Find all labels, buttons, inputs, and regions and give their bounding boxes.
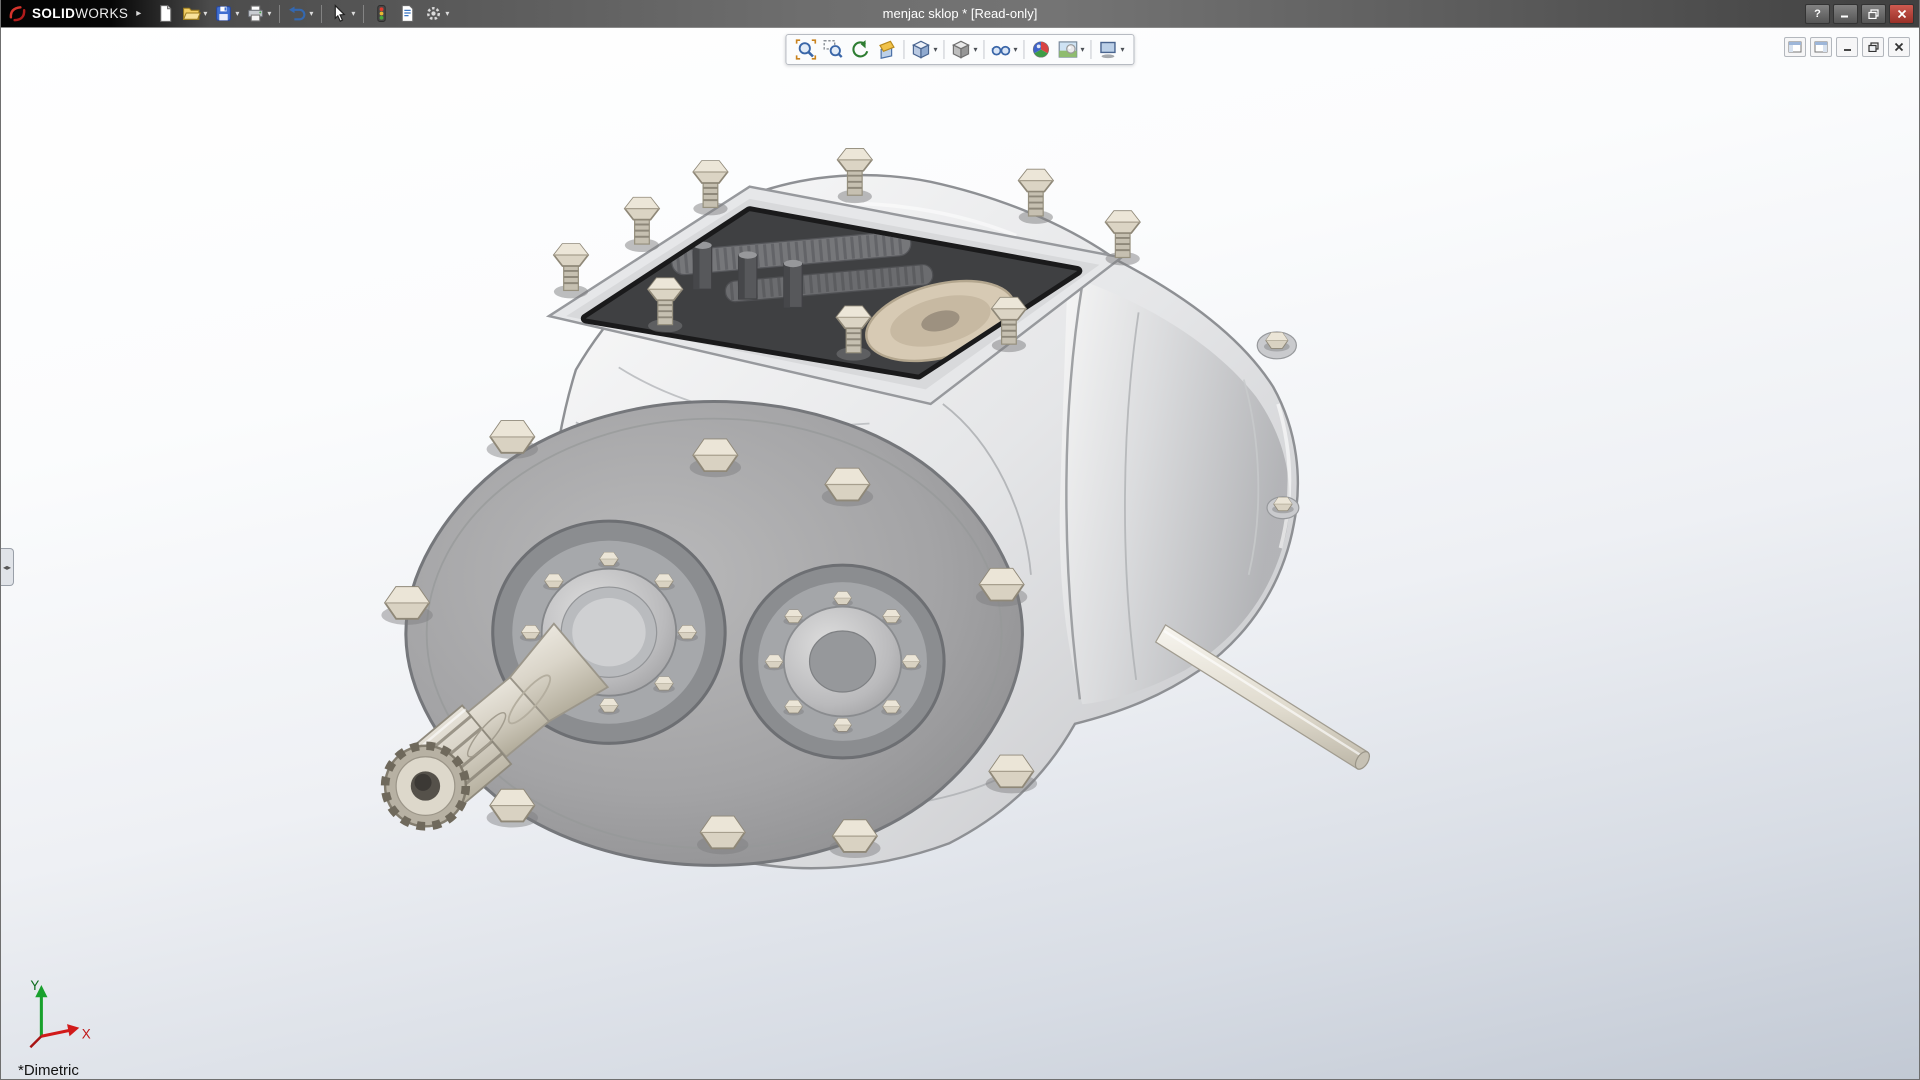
document-window-controls [1784, 37, 1910, 57]
edit-appearance-button[interactable] [1028, 37, 1055, 62]
feature-pane-icon [1788, 41, 1802, 53]
x-axis-label: X [82, 1027, 91, 1042]
undo-button[interactable]: ▾ [285, 2, 316, 25]
zoom-to-fit-button[interactable] [792, 37, 819, 62]
doc-minimize-icon [1843, 48, 1851, 51]
edit-appearance-ball-icon [1032, 41, 1050, 58]
main-toolbar: ▾ ▾ ▾ ▾ ▾ ▾ [153, 2, 452, 25]
file-properties-icon [402, 5, 414, 22]
undo-arrow-icon [289, 6, 306, 21]
section-view-button[interactable] [873, 37, 900, 62]
output-bearing-cover [739, 563, 946, 760]
toolbar-separator [1090, 40, 1092, 59]
dropdown-arrow-icon[interactable]: ▾ [445, 9, 449, 18]
options-gear-icon [427, 6, 441, 21]
new-document-button[interactable] [153, 2, 178, 25]
solidworks-logo-icon [9, 6, 26, 22]
x-axis-arrow [67, 1024, 80, 1037]
view-orientation-label: *Dimetric [18, 1062, 79, 1079]
doc-restore-button[interactable] [1862, 37, 1884, 57]
display-pane-icon [1814, 41, 1828, 53]
y-axis-label: Y [30, 978, 39, 993]
toolbar-separator [1023, 40, 1025, 59]
minimize-button[interactable] [1833, 3, 1858, 24]
window-controls: ? [1805, 3, 1919, 24]
zoom-to-area-icon [823, 40, 843, 58]
title-bar: SOLIDWORKS ▸ ▾ ▾ ▾ ▾ ▾ ▾ menjac sklop * … [1, 0, 1919, 28]
toolbar-separator [943, 40, 945, 59]
doc-minimize-button[interactable] [1836, 37, 1858, 57]
print-button[interactable]: ▾ [243, 2, 274, 25]
previous-view-button[interactable] [846, 37, 873, 62]
orientation-triad: Y X [29, 978, 91, 1049]
solidworks-window: SOLIDWORKS ▸ ▾ ▾ ▾ ▾ ▾ ▾ menjac sklop * … [0, 0, 1920, 1080]
toolbar-separator [903, 40, 905, 59]
solidworks-logo: SOLIDWORKS [1, 4, 134, 23]
doc-close-icon [1894, 42, 1904, 52]
toolbar-separator [983, 40, 985, 59]
dropdown-arrow-icon[interactable]: ▾ [1121, 45, 1125, 54]
menu-expand-icon[interactable]: ▸ [136, 8, 141, 19]
close-button[interactable] [1889, 3, 1914, 24]
dropdown-arrow-icon[interactable]: ▾ [203, 9, 207, 18]
save-button[interactable]: ▾ [211, 2, 242, 25]
section-view-icon [879, 40, 895, 59]
options-button[interactable]: ▾ [421, 2, 452, 25]
print-icon [248, 5, 264, 22]
brand-text: SOLIDWORKS [32, 6, 129, 21]
heads-up-view-toolbar: ▾ ▾ ▾ ▾ ▾ [785, 34, 1135, 65]
rebuild-traffic-light-icon [377, 5, 387, 22]
toolbar-separator [363, 4, 365, 23]
display-pane-toggle-button[interactable] [1810, 37, 1832, 57]
save-floppy-icon [216, 6, 232, 21]
zoom-to-area-button[interactable] [819, 37, 846, 62]
dropdown-arrow-icon[interactable]: ▾ [309, 9, 313, 18]
dropdown-arrow-icon[interactable]: ▾ [235, 9, 239, 18]
dropdown-arrow-icon[interactable]: ▾ [351, 9, 355, 18]
open-folder-icon [183, 7, 202, 20]
output-shaft [1154, 624, 1371, 770]
select-button[interactable]: ▾ [327, 2, 358, 25]
feature-manager-collapse-tab[interactable]: ◂▸ [1, 548, 14, 586]
feature-pane-toggle-button[interactable] [1784, 37, 1806, 57]
window-title: menjac sklop * [Read-only] [882, 6, 1038, 21]
graphics-viewport[interactable]: Y X ▾ ▾ ▾ ▾ ▾ ◂▸ *Dimetric [1, 28, 1919, 1079]
view-orientation-cube-icon [912, 40, 930, 59]
view-orientation-button[interactable]: ▾ [907, 37, 940, 62]
display-style-icon [952, 40, 970, 59]
close-icon [1897, 9, 1906, 18]
toolbar-separator [279, 4, 281, 23]
dropdown-arrow-icon[interactable]: ▾ [267, 9, 271, 18]
dropdown-arrow-icon[interactable]: ▾ [1013, 45, 1017, 54]
open-button[interactable]: ▾ [179, 2, 210, 25]
minimize-icon [1841, 15, 1848, 18]
collapse-arrow-icon: ◂▸ [2, 562, 12, 572]
file-properties-button[interactable] [395, 2, 420, 25]
maximize-icon [1868, 8, 1879, 19]
previous-view-icon [852, 40, 869, 58]
gearbox-3d-model[interactable]: Y X [1, 28, 1919, 1079]
maximize-button[interactable] [1861, 3, 1886, 24]
doc-restore-icon [1867, 42, 1879, 52]
help-button[interactable]: ? [1805, 3, 1830, 24]
dropdown-arrow-icon[interactable]: ▾ [1081, 45, 1085, 54]
rebuild-button[interactable] [369, 2, 394, 25]
toolbar-separator [321, 4, 323, 23]
dropdown-arrow-icon[interactable]: ▾ [933, 45, 937, 54]
apply-scene-button[interactable]: ▾ [1055, 37, 1088, 62]
view-settings-button[interactable]: ▾ [1095, 37, 1128, 62]
view-settings-icon [1100, 41, 1116, 59]
dropdown-arrow-icon[interactable]: ▾ [973, 45, 977, 54]
display-style-button[interactable]: ▾ [947, 37, 980, 62]
new-document-icon [160, 5, 172, 22]
hide-show-glasses-icon [991, 45, 1011, 56]
apply-scene-icon [1058, 41, 1078, 58]
doc-close-button[interactable] [1888, 37, 1910, 57]
select-cursor-icon [335, 4, 346, 22]
hide-show-items-button[interactable]: ▾ [987, 37, 1020, 62]
zoom-to-fit-icon [795, 39, 817, 60]
